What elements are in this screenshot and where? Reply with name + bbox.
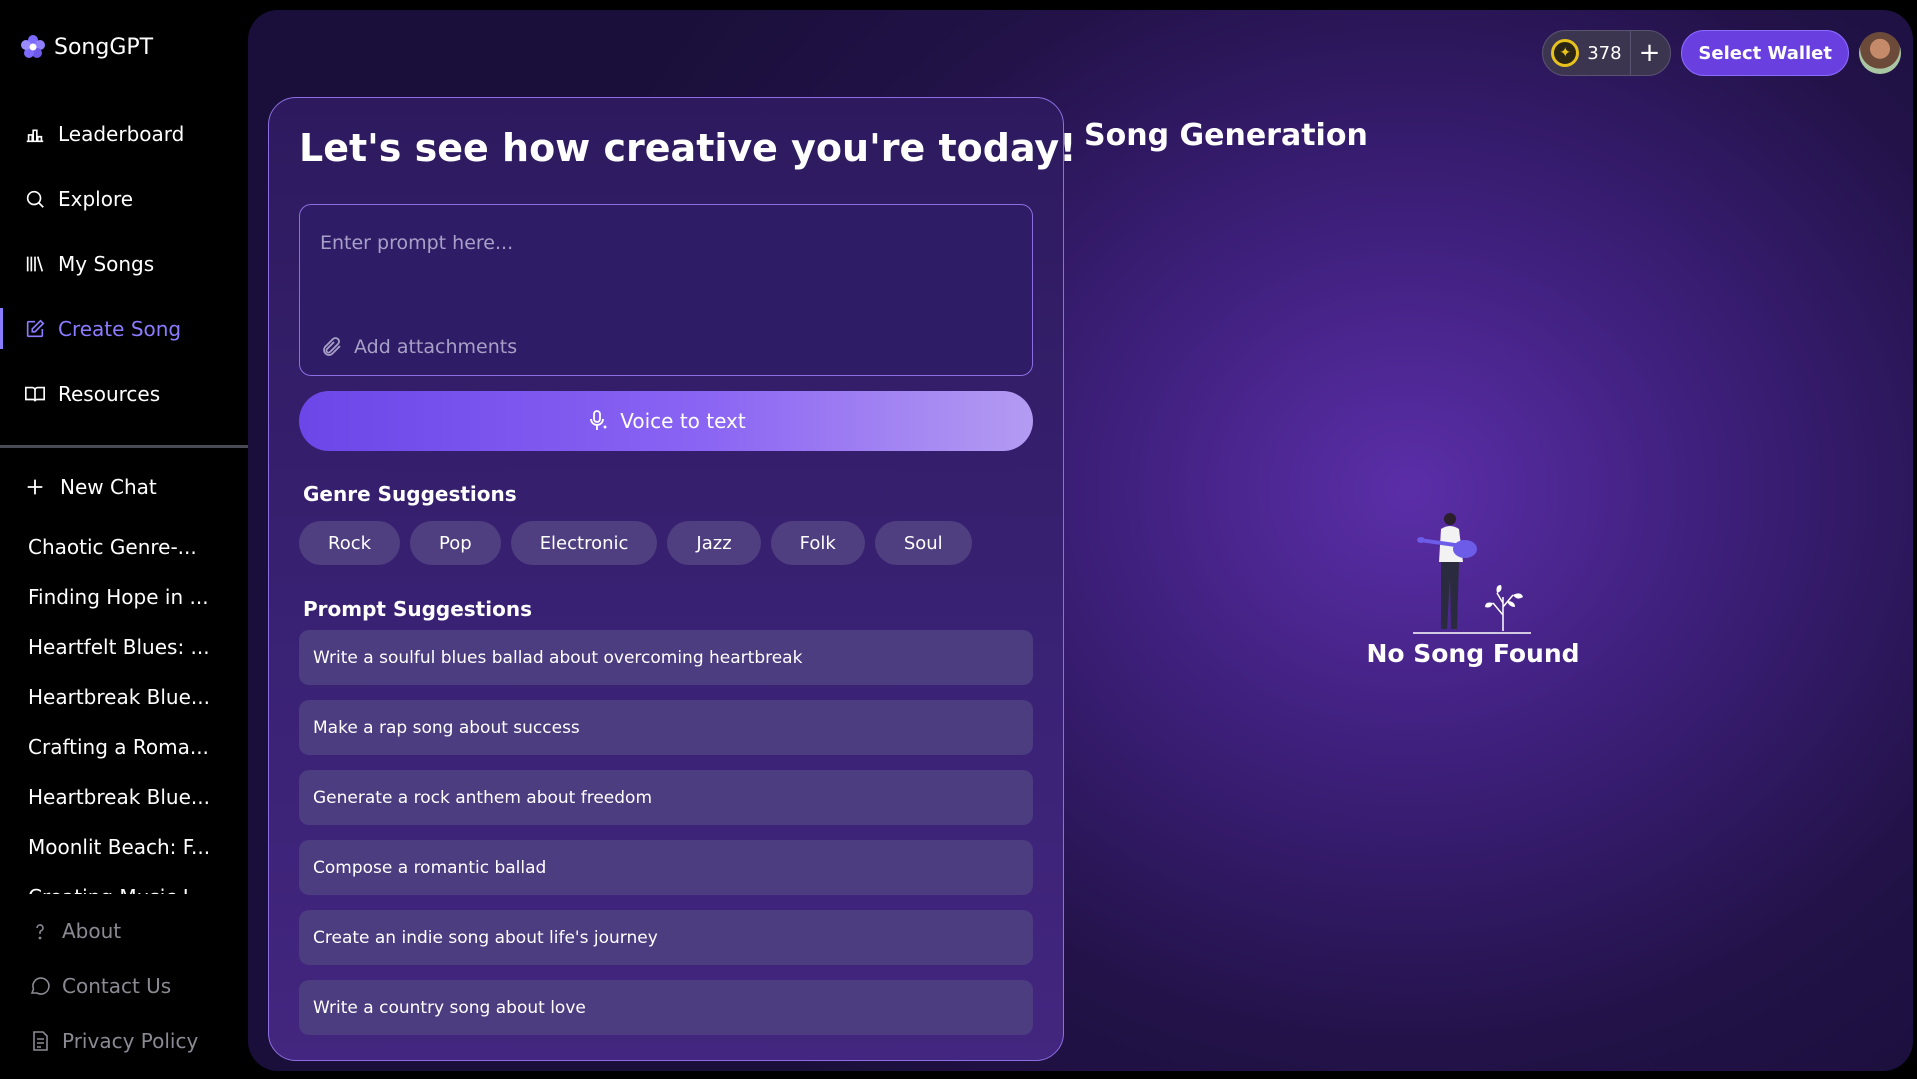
new-chat-label: New Chat: [60, 475, 157, 499]
nav-item-label: Create Song: [58, 316, 182, 341]
song-generation-title: Song Generation: [1084, 118, 1368, 153]
chat-bubble-icon: [30, 976, 50, 995]
nav-item-resources[interactable]: Resources: [0, 361, 248, 426]
voice-to-text-label: Voice to text: [620, 409, 746, 433]
nav-item-my-songs[interactable]: My Songs: [0, 231, 248, 296]
flower-logo-icon: [21, 35, 45, 58]
select-wallet-button[interactable]: Select Wallet: [1681, 30, 1849, 76]
nav-item-label: My Songs: [58, 251, 155, 276]
about-link[interactable]: About: [0, 903, 248, 958]
nav-item-explore[interactable]: Explore: [0, 166, 248, 231]
guitar-player-illustration-icon: [1413, 513, 1531, 634]
add-attachments-label: Add attachments: [354, 336, 518, 358]
genre-chip-electronic[interactable]: Electronic: [510, 521, 658, 565]
privacy-link[interactable]: Privacy Policy: [0, 1013, 248, 1068]
main-nav: Leaderboard Explore My Songs Create Song…: [0, 101, 248, 426]
plus-icon: [27, 479, 43, 495]
microphone-icon: [590, 410, 607, 430]
new-chat-button[interactable]: New Chat: [24, 475, 157, 499]
prompt-input[interactable]: [320, 223, 1010, 263]
nav-item-label: Explore: [58, 186, 134, 211]
prompt-suggestion[interactable]: Write a soulful blues ballad about overc…: [299, 630, 1033, 685]
prompt-suggestion[interactable]: Write a country song about love: [299, 980, 1033, 1035]
paperclip-icon: [323, 337, 341, 356]
leaderboard-icon: [26, 129, 44, 142]
add-attachments-button[interactable]: Add attachments: [320, 335, 517, 359]
document-icon: [33, 1030, 48, 1051]
library-icon: [26, 255, 44, 272]
voice-to-text-button[interactable]: Voice to text: [299, 391, 1033, 451]
sidebar: SongGPT Leaderboard Explore My Songs Cre…: [0, 0, 248, 1079]
credits-divider: [1629, 31, 1631, 75]
prompt-suggestion[interactable]: Make a rap song about success: [299, 700, 1033, 755]
credits-pill: ✦ 378 +: [1542, 30, 1672, 76]
page-title: Let's see how creative you're today!: [299, 126, 1077, 170]
chat-history-list[interactable]: Chaotic Genre-... Finding Hope in ... He…: [0, 522, 248, 894]
empty-state-text: No Song Found: [1366, 639, 1580, 668]
edit-icon: [26, 319, 45, 337]
app-logo[interactable]: SongGPT: [18, 32, 153, 62]
nav-item-leaderboard[interactable]: Leaderboard: [0, 101, 248, 166]
question-icon: [36, 923, 44, 939]
nav-item-create-song[interactable]: Create Song: [0, 296, 248, 361]
nav-item-label: Leaderboard: [58, 121, 185, 146]
app-name: SongGPT: [54, 34, 154, 60]
genre-chip-soul[interactable]: Soul: [874, 521, 972, 565]
genre-suggestions-title: Genre Suggestions: [303, 482, 517, 506]
chat-history-item[interactable]: Heartfelt Blues: ...: [0, 622, 210, 672]
about-label: About: [62, 918, 122, 943]
genre-chip-list: Rock Pop Electronic Jazz Folk Soul: [299, 521, 972, 565]
credits-count: 378: [1587, 42, 1622, 64]
sidebar-footer: About Contact Us Privacy Policy: [0, 903, 248, 1068]
chat-history-item[interactable]: Creating Music I...: [0, 872, 210, 894]
user-avatar[interactable]: [1859, 32, 1901, 74]
prompt-suggestions-title: Prompt Suggestions: [303, 597, 532, 621]
contact-label: Contact Us: [62, 973, 172, 998]
prompt-suggestion[interactable]: Create an indie song about life's journe…: [299, 910, 1033, 965]
create-song-panel: Let's see how creative you're today! Add…: [268, 97, 1077, 1061]
prompt-suggestion-list: Write a soulful blues ballad about overc…: [299, 630, 1033, 1050]
chat-history-item[interactable]: Chaotic Genre-...: [0, 522, 210, 572]
chat-history-item[interactable]: Heartbreak Blue...: [0, 672, 210, 722]
prompt-suggestion[interactable]: Generate a rock anthem about freedom: [299, 770, 1033, 825]
chat-history-item[interactable]: Moonlit Beach: F...: [0, 822, 210, 872]
topbar: ✦ 378 + Select Wallet: [1542, 30, 1901, 76]
book-icon: [25, 386, 45, 401]
prompt-box: Add attachments: [299, 204, 1033, 376]
chat-history-item[interactable]: Finding Hope in ...: [0, 572, 210, 622]
chat-history-item[interactable]: Crafting a Roma...: [0, 722, 210, 772]
genre-chip-jazz[interactable]: Jazz: [667, 521, 761, 565]
contact-link[interactable]: Contact Us: [0, 958, 248, 1013]
main-panel: ✦ 378 + Select Wallet Let's see how crea…: [248, 10, 1913, 1071]
genre-chip-folk[interactable]: Folk: [770, 521, 865, 565]
chat-history-item[interactable]: Heartbreak Blue...: [0, 772, 210, 822]
nav-item-label: Resources: [58, 381, 161, 406]
add-credits-button[interactable]: +: [1639, 40, 1661, 66]
search-icon: [26, 190, 44, 208]
sidebar-divider: [0, 445, 248, 448]
privacy-label: Privacy Policy: [62, 1028, 199, 1053]
genre-chip-rock[interactable]: Rock: [299, 521, 401, 565]
empty-state: No Song Found: [1348, 507, 1598, 668]
genre-chip-pop[interactable]: Pop: [410, 521, 501, 565]
coin-icon: ✦: [1551, 39, 1580, 67]
prompt-suggestion[interactable]: Compose a romantic ballad: [299, 840, 1033, 895]
